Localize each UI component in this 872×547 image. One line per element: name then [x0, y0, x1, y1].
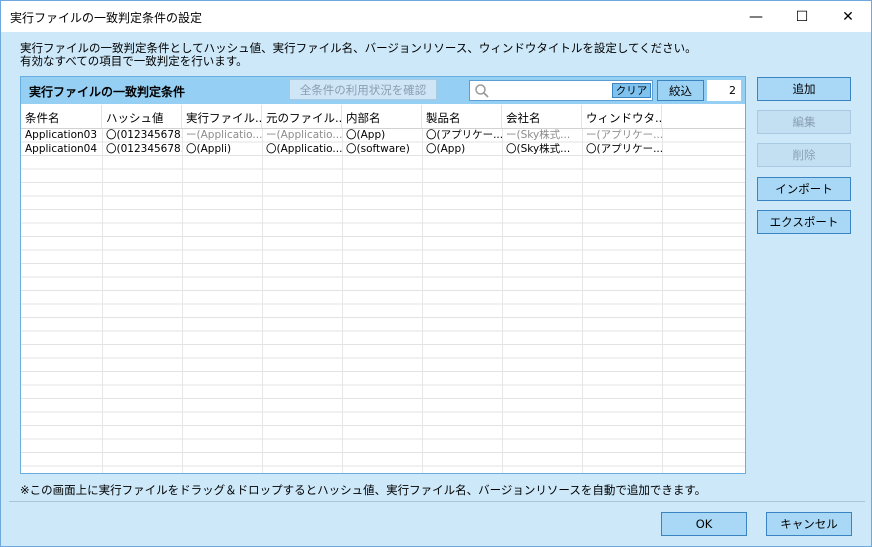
cancel-button[interactable]: キャンセル [766, 512, 852, 536]
table-cell: 〇(Sky株式... [506, 142, 571, 155]
column-header[interactable]: ウィンドウタ... [582, 105, 662, 128]
table-cell: 〇(App) [346, 129, 386, 141]
column-header[interactable]: 条件名 [21, 105, 102, 128]
close-button[interactable]: ✕ [825, 1, 871, 32]
column-header[interactable]: 元のファイル... [262, 105, 342, 128]
table-cell: 〇(012345678... [106, 129, 182, 141]
table-cell: 〇(アプリケー... [586, 142, 662, 155]
description-line-2: 有効なすべての項目で一致判定を行います。 [20, 54, 248, 68]
search-icon [475, 84, 489, 98]
table-cell: ー(アプリケー... [586, 129, 662, 141]
conditions-panel: 実行ファイルの一致判定条件 全条件の利用状況を確認 クリア 絞込 2 条件名 ハッ… [20, 76, 746, 474]
import-button[interactable]: インポート [757, 177, 851, 201]
search-input[interactable] [492, 83, 610, 98]
add-button[interactable]: 追加 [757, 77, 851, 101]
edit-button[interactable]: 編集 [757, 110, 851, 134]
table-row[interactable]: Application04 〇(012345678... 〇(Appli) 〇(App… [21, 143, 745, 156]
column-header[interactable]: 会社名 [502, 105, 582, 128]
table-cell: 〇(software) [346, 142, 410, 155]
column-header[interactable]: 内部名 [342, 105, 422, 128]
dialog-window: 実行ファイルの一致判定条件の設定 — ☐ ✕ 実行ファイルの一致判定条件としてハ… [0, 0, 872, 547]
panel-title: 実行ファイルの一致判定条件 [29, 85, 186, 99]
maximize-button[interactable]: ☐ [779, 1, 825, 32]
column-header[interactable]: 製品名 [422, 105, 502, 128]
search-box[interactable]: クリア [469, 80, 653, 101]
table-cell: 〇(012345678... [106, 142, 182, 155]
export-button[interactable]: エクスポート [757, 210, 851, 234]
table-header: 条件名 ハッシュ値 実行ファイル... 元のファイル... 内部名 製品名 会社名 ウィンドウ… [21, 105, 745, 129]
title-bar: 実行ファイルの一致判定条件の設定 — ☐ ✕ [1, 1, 871, 32]
delete-button[interactable]: 削除 [757, 143, 851, 167]
filter-button[interactable]: 絞込 [657, 80, 704, 101]
panel-header: 実行ファイルの一致判定条件 全条件の利用状況を確認 クリア 絞込 2 [21, 77, 745, 104]
table-row[interactable]: Application03 〇(012345678... ー(Applicatio.… [21, 129, 745, 142]
description: 実行ファイルの一致判定条件としてハッシュ値、実行ファイル名、バージョンリソース、… [20, 42, 697, 68]
column-header[interactable]: 実行ファイル... [182, 105, 262, 128]
table-cell: Application03 [25, 129, 98, 141]
table-cell: 〇(アプリケー... [426, 129, 502, 141]
table-cell: ー(Applicatio... [266, 129, 342, 141]
table-cell: 〇(Appli) [186, 142, 232, 155]
window-title: 実行ファイルの一致判定条件の設定 [10, 11, 203, 25]
table-cell: ー(Sky株式... [506, 129, 571, 141]
table-cell: ー(Applicatio... [186, 129, 262, 141]
table-cell: 〇(Applicatio... [266, 142, 342, 155]
table-cell: 〇(App) [426, 142, 466, 155]
clear-button[interactable]: クリア [612, 83, 651, 98]
ok-button[interactable]: OK [661, 512, 747, 536]
check-all-usage-button[interactable]: 全条件の利用状況を確認 [289, 79, 437, 100]
column-header[interactable]: ハッシュ値 [102, 105, 182, 128]
drag-drop-note: ※この画面上に実行ファイルをドラッグ＆ドロップするとハッシュ値、実行ファイル名、… [20, 483, 707, 497]
table-cell: Application04 [25, 142, 98, 155]
minimize-button[interactable]: — [733, 1, 779, 32]
result-count: 2 [707, 80, 741, 101]
conditions-table[interactable]: 条件名 ハッシュ値 実行ファイル... 元のファイル... 内部名 製品名 会社名 ウィンドウ… [21, 105, 745, 473]
footer-divider [9, 501, 865, 502]
